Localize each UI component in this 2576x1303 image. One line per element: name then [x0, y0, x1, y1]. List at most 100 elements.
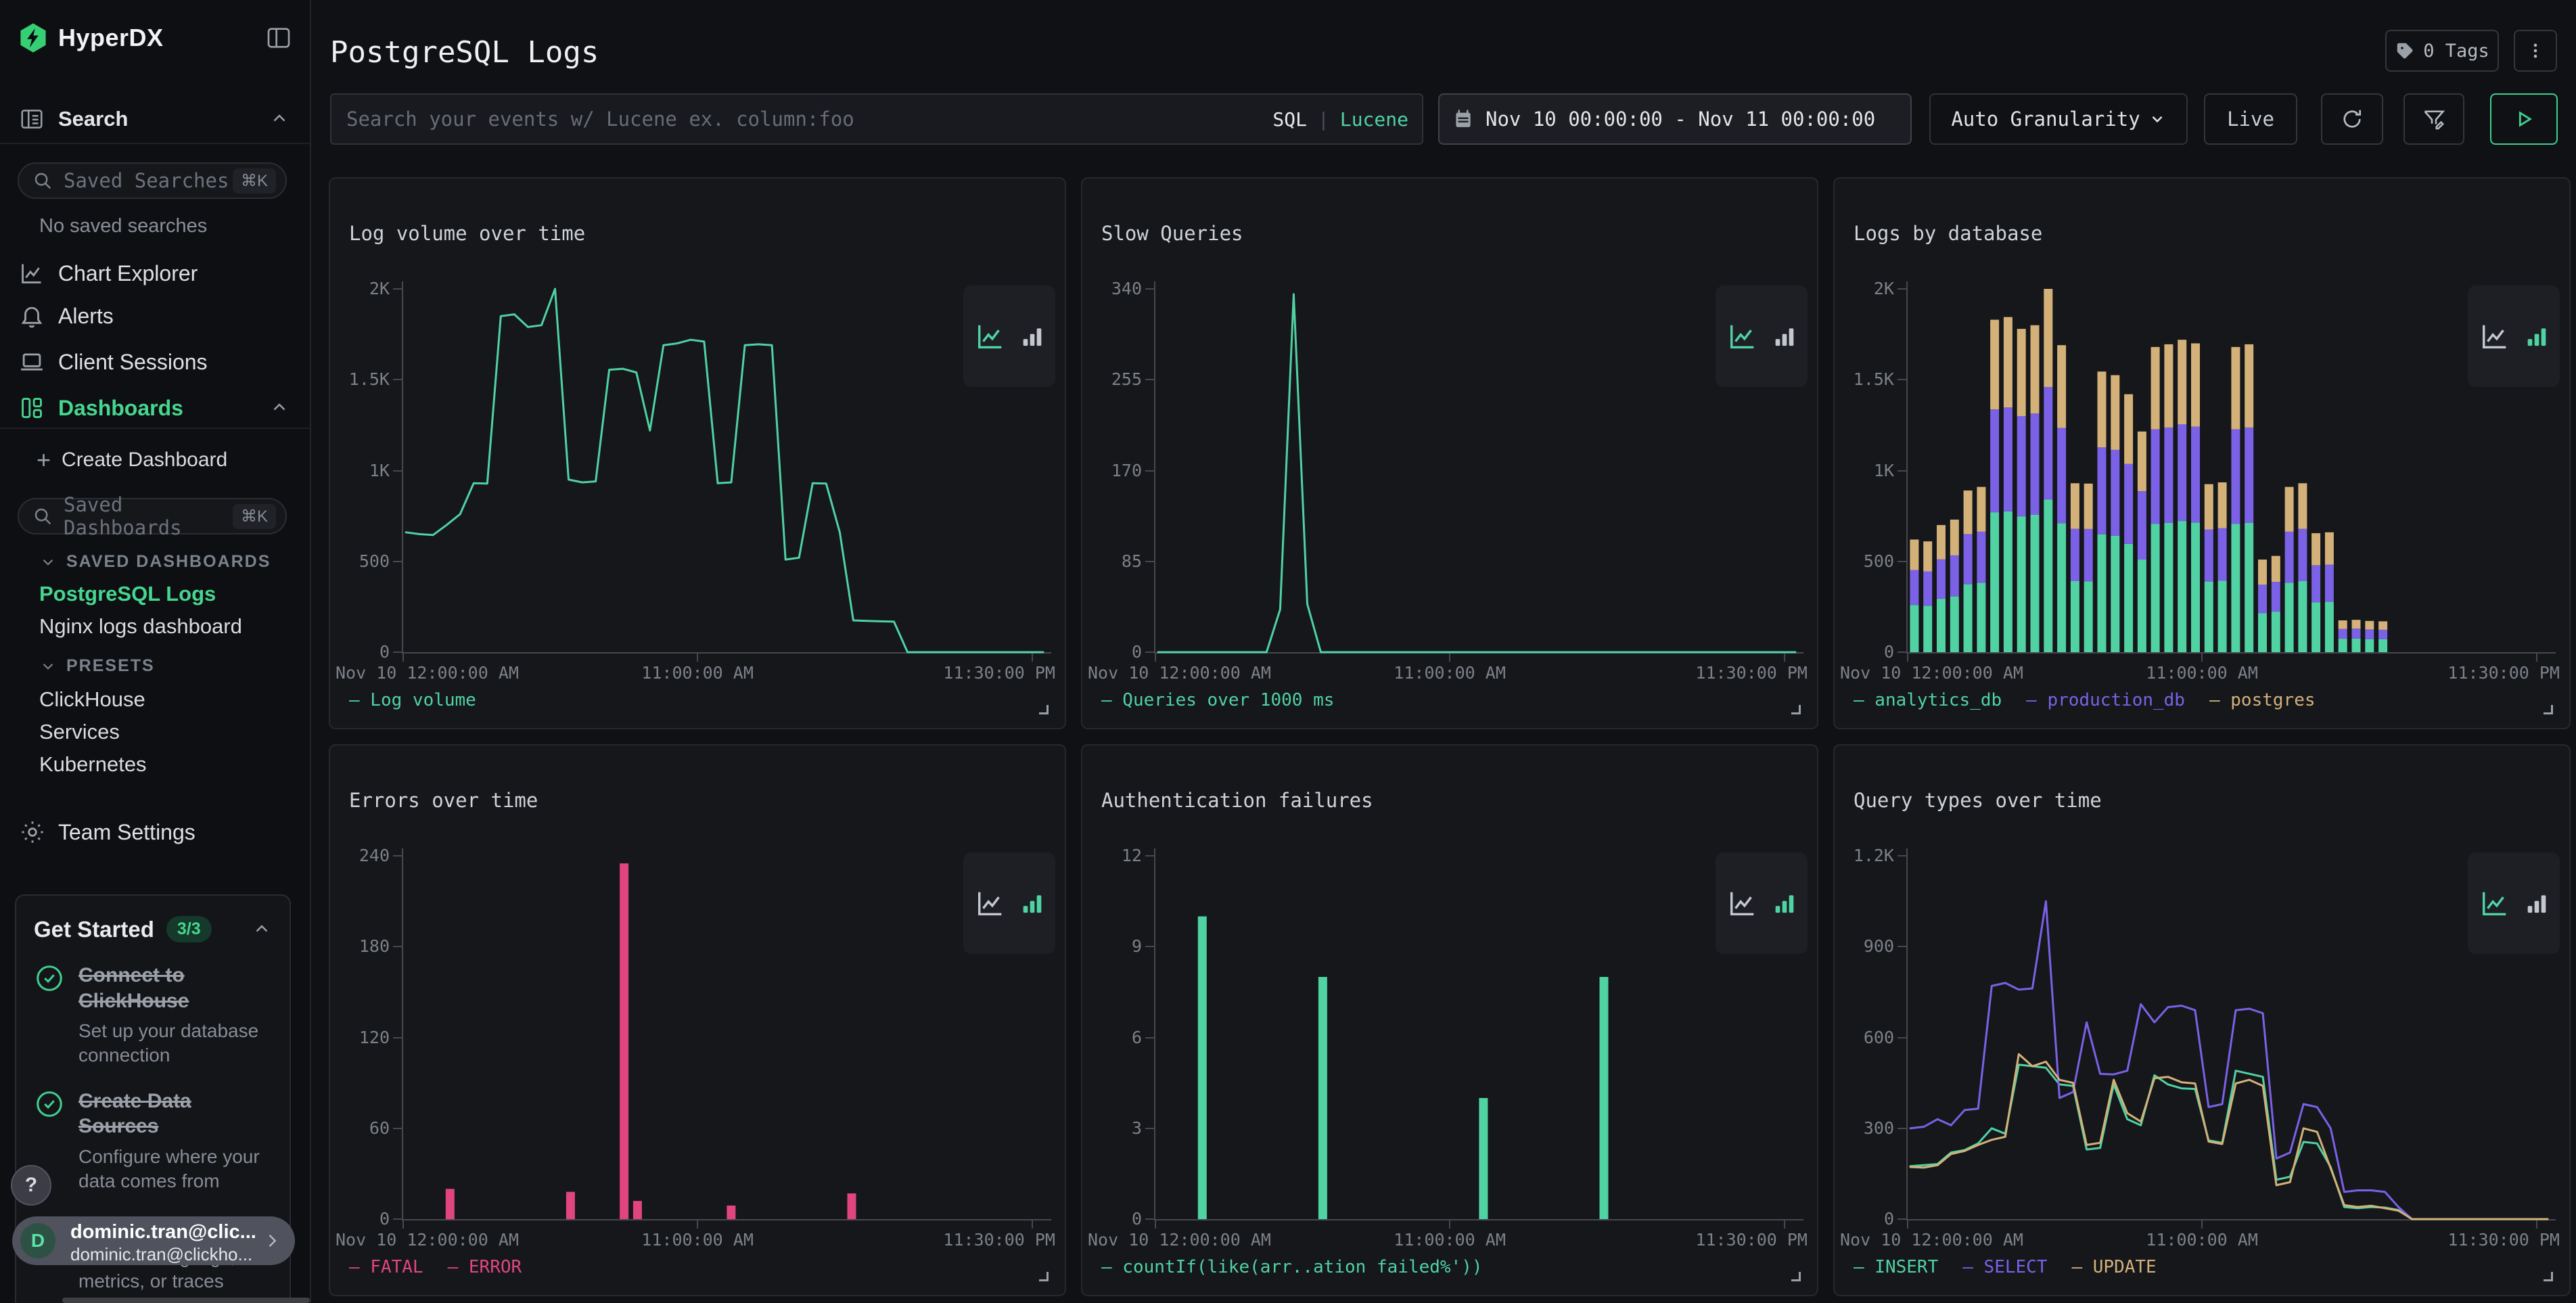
calendar-icon	[1453, 109, 1473, 129]
x-tick	[2536, 654, 2537, 662]
sidebar-item-chart-explorer[interactable]: Chart Explorer	[0, 256, 310, 291]
kbd-shortcut: ⌘K	[233, 168, 276, 193]
chevron-down-icon	[39, 658, 57, 675]
help-button[interactable]: ?	[11, 1165, 51, 1206]
bar-chart-icon[interactable]	[2523, 890, 2550, 917]
get-started-step-sources[interactable]: Create Data Sources Configure where your…	[34, 1089, 272, 1194]
resize-handle[interactable]	[1039, 705, 1049, 714]
bar-analytics_db	[2245, 523, 2253, 652]
chart-plot[interactable]	[1908, 856, 2550, 1219]
legend-item[interactable]: — Queries over 1000 ms	[1101, 690, 1334, 710]
line-chart-icon[interactable]	[1725, 888, 1760, 919]
bar-production_db	[2151, 430, 2160, 524]
legend-item[interactable]: — analytics_db	[1854, 690, 2002, 710]
sidebar-item-search[interactable]: Search	[0, 101, 310, 137]
x-axis-line	[1154, 1219, 1803, 1220]
resize-handle[interactable]	[1791, 1272, 1801, 1281]
x-tick	[402, 654, 404, 662]
resize-handle[interactable]	[1039, 1272, 1049, 1281]
date-range-picker[interactable]: Nov 10 00:00:00 - Nov 11 00:00:00	[1438, 93, 1912, 145]
bar-analytics_db	[2272, 612, 2280, 652]
more-options-button[interactable]	[2514, 30, 2557, 72]
gear-icon	[19, 819, 46, 846]
sidebar-item-client-sessions[interactable]: Client Sessions	[0, 344, 310, 380]
sidebar-item-alerts[interactable]: Alerts	[0, 298, 310, 334]
bar-chart-icon[interactable]	[1019, 890, 1046, 917]
line-chart-icon[interactable]	[973, 888, 1008, 919]
chevron-up-icon[interactable]	[269, 398, 290, 418]
legend-item[interactable]: — UPDATE	[2071, 1257, 2156, 1277]
x-tick	[1032, 654, 1033, 662]
bar-postgres	[2218, 482, 2227, 528]
chart-plot[interactable]	[1908, 289, 2550, 652]
section-presets[interactable]: PRESETS	[39, 656, 155, 676]
x-axis-label: 11:30:00 PM	[1695, 663, 1808, 683]
event-search-input[interactable]: Search your events w/ Lucene ex. column:…	[330, 93, 1423, 145]
get-started-step-connect[interactable]: Connect to ClickHouse Set up your databa…	[34, 963, 272, 1068]
line-chart-icon[interactable]	[973, 321, 1008, 352]
legend-item[interactable]: — countIf(like(arr..ation failed%'))	[1101, 1257, 1483, 1277]
legend-item[interactable]: — Log volume	[349, 690, 476, 710]
bar-postgres	[1964, 490, 1973, 534]
tags-button[interactable]: 0 Tags	[2385, 30, 2499, 72]
sidebar-item-dashboards[interactable]: Dashboards	[0, 390, 310, 426]
bar-production_db	[1910, 570, 1918, 605]
legend-item[interactable]: — postgres	[2209, 690, 2316, 710]
legend-item[interactable]: — FATAL	[349, 1257, 423, 1277]
legend-item[interactable]: — INSERT	[1854, 1257, 1938, 1277]
bar-analytics_db	[2365, 639, 2374, 652]
sidebar-dashboard-nginx[interactable]: Nginx logs dashboard	[39, 614, 242, 639]
sidebar-dashboard-postgresql-logs[interactable]: PostgreSQL Logs	[39, 582, 216, 606]
bar-analytics_db	[2044, 500, 2052, 653]
sql-mode-toggle[interactable]: SQL	[1272, 108, 1307, 131]
sidebar-preset-services[interactable]: Services	[39, 720, 120, 744]
chevron-up-icon[interactable]	[252, 919, 272, 940]
bar-analytics_db	[2111, 536, 2119, 652]
legend-item[interactable]: — production_db	[2026, 690, 2185, 710]
y-tick	[393, 652, 402, 653]
chart-plot[interactable]	[403, 289, 1046, 652]
run-query-button[interactable]	[2490, 93, 2558, 145]
x-axis-label: 11:00:00 AM	[641, 1230, 754, 1250]
bar-chart-icon[interactable]	[1771, 323, 1798, 350]
section-saved-dashboards[interactable]: SAVED DASHBOARDS	[39, 552, 271, 572]
saved-dashboards-input[interactable]: Saved Dashboards ⌘K	[18, 498, 287, 534]
y-tick	[1898, 946, 1906, 947]
filter-button[interactable]	[2404, 93, 2464, 145]
bar-postgres	[2205, 484, 2213, 530]
bar-chart-icon[interactable]	[1019, 323, 1046, 350]
live-button[interactable]: Live	[2204, 93, 2297, 145]
refresh-button[interactable]	[2321, 93, 2383, 145]
line-chart-icon[interactable]	[1725, 321, 1760, 352]
laptop-icon	[19, 349, 45, 375]
sidebar-preset-kubernetes[interactable]: Kubernetes	[39, 752, 147, 777]
chart-legend: — Queries over 1000 ms	[1101, 690, 1334, 710]
bar-postgres	[2245, 344, 2253, 428]
lucene-mode-toggle[interactable]: Lucene	[1340, 108, 1408, 131]
resize-handle[interactable]	[2544, 705, 2553, 714]
resize-handle[interactable]	[1791, 705, 1801, 714]
sidebar-preset-clickhouse[interactable]: ClickHouse	[39, 687, 145, 712]
x-axis-label: 11:00:00 AM	[1394, 1230, 1506, 1250]
granularity-select[interactable]: Auto Granularity	[1929, 93, 2188, 145]
resize-handle[interactable]	[2544, 1272, 2553, 1281]
legend-item[interactable]: — ERROR	[448, 1257, 522, 1277]
legend-item[interactable]: — SELECT	[1962, 1257, 2047, 1277]
line-chart-icon[interactable]	[2477, 888, 2512, 919]
collapse-sidebar-icon[interactable]	[265, 24, 292, 51]
bar-postgres	[2084, 484, 2093, 529]
bar-chart-icon[interactable]	[2523, 323, 2550, 350]
bar-chart-icon[interactable]	[1771, 890, 1798, 917]
y-tick	[393, 1218, 402, 1220]
chevron-up-icon[interactable]	[269, 109, 290, 129]
chart-plot[interactable]	[403, 856, 1046, 1219]
saved-searches-input[interactable]: Saved Searches ⌘K	[18, 162, 287, 199]
chart-plot[interactable]	[1155, 856, 1798, 1219]
line-chart-icon[interactable]	[2477, 321, 2512, 352]
user-email: dominic.tran@clickho...	[70, 1244, 252, 1265]
sidebar-scrollbar[interactable]	[62, 1298, 310, 1303]
create-dashboard-button[interactable]: + Create Dashboard	[37, 448, 227, 472]
sidebar-item-team-settings[interactable]: Team Settings	[0, 815, 310, 849]
chart-plot[interactable]	[1155, 289, 1798, 652]
user-menu[interactable]: D dominic.tran@clic... dominic.tran@clic…	[12, 1216, 295, 1265]
